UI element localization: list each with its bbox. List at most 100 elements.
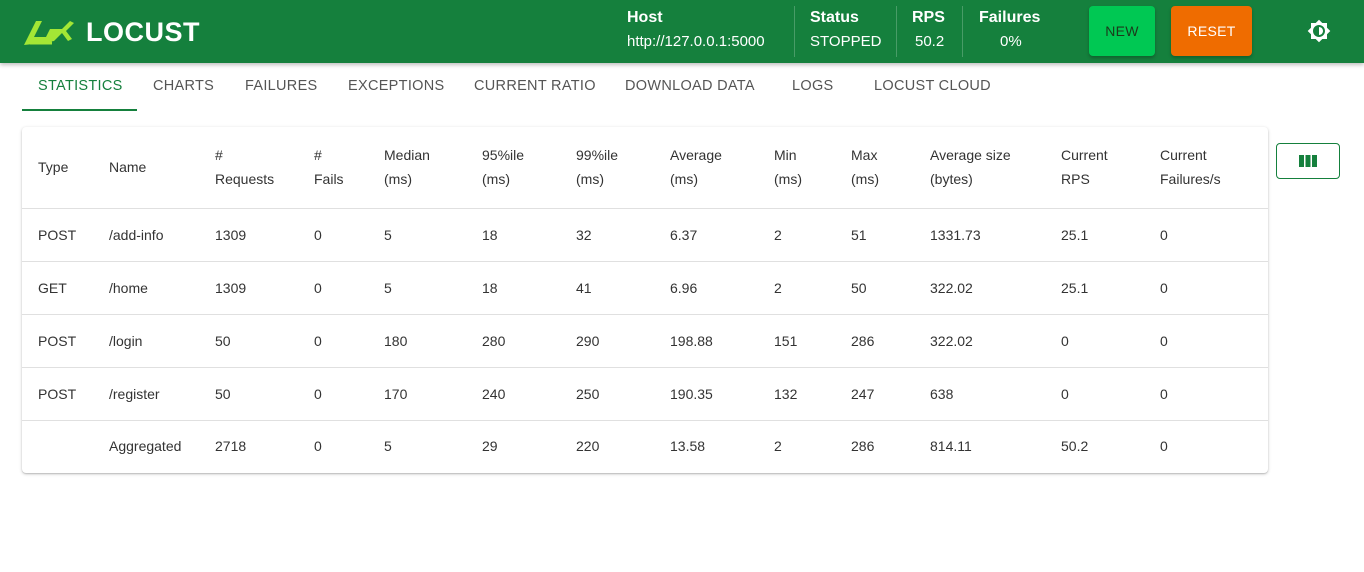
app-header: LOCUST Host http://127.0.0.1:5000 Status…: [0, 0, 1364, 63]
table-row-aggregated: Aggregated 2718 0 5 29 220 13.58 2 286 8…: [22, 420, 1268, 472]
column-header-max[interactable]: Max (ms): [835, 127, 914, 209]
cell-current-failures: 0: [1144, 208, 1268, 262]
app-name: LOCUST: [86, 16, 200, 47]
cell-99pct: 41: [560, 261, 654, 315]
cell-name: Aggregated: [109, 438, 182, 455]
cell-average: 190.35: [654, 367, 758, 421]
tab-statistics[interactable]: STATISTICS: [38, 78, 123, 94]
status-stat: Status STOPPED: [810, 0, 890, 63]
cell-average-size: 322.02: [914, 314, 1045, 368]
column-header-min[interactable]: Min (ms): [758, 127, 835, 209]
table-row: POST /register 50 0 170 240 250 190.35 1…: [22, 367, 1268, 421]
view-column-icon: [1299, 155, 1317, 167]
host-label: Host: [627, 9, 663, 26]
cell-current-rps: 0: [1045, 367, 1144, 421]
cell-median: 5: [384, 438, 392, 455]
cell-name: /register: [93, 367, 199, 421]
cell-95pct: 18: [466, 208, 560, 262]
cell-min: 151: [758, 314, 835, 368]
host-stat: Host http://127.0.0.1:5000: [627, 0, 787, 63]
column-header-average-size[interactable]: Average size (bytes): [914, 127, 1045, 209]
cell-median: 5: [368, 208, 466, 262]
tab-logs[interactable]: LOGS: [792, 78, 834, 94]
failures-stat: Failures 0%: [979, 0, 1059, 63]
cell-type: POST: [22, 367, 93, 421]
statistics-table: Type Name # Requests # Fails Median (ms) 95…: [22, 127, 1268, 472]
tab-current-ratio[interactable]: CURRENT RATIO: [474, 78, 596, 94]
cell-average-size: 1331.73: [914, 208, 1045, 262]
cell-99pct: 290: [560, 314, 654, 368]
cell-type: [22, 420, 93, 472]
host-value: http://127.0.0.1:5000: [627, 33, 765, 50]
cell-requests: 50: [199, 314, 298, 368]
rps-stat: RPS 50.2: [912, 0, 952, 63]
cell-fails: 0: [298, 314, 368, 368]
cell-current-failures: 0: [1144, 261, 1268, 315]
rps-label: RPS: [912, 9, 945, 26]
cell-current-failures: 0: [1144, 314, 1268, 368]
tab-charts[interactable]: CHARTS: [153, 78, 214, 94]
cell-type: POST: [22, 314, 93, 368]
new-test-button[interactable]: NEW: [1089, 6, 1155, 56]
cell-type: POST: [22, 208, 93, 262]
column-header-type[interactable]: Type: [22, 127, 93, 209]
table-row: POST /add-info 1309 0 5 18 32 6.37 2 51 …: [22, 208, 1268, 262]
cell-max: 247: [835, 367, 914, 421]
statistics-table-card: Type Name # Requests # Fails Median (ms) 95…: [22, 127, 1268, 473]
column-header-name[interactable]: Name: [93, 127, 199, 209]
cell-current-failures: 0: [1144, 367, 1268, 421]
cell-requests: 1309: [199, 208, 298, 262]
cell-current-rps: 0: [1045, 314, 1144, 368]
column-header-requests[interactable]: # Requests: [199, 127, 298, 209]
header-divider: [962, 6, 963, 57]
cell-95pct: 29: [482, 438, 498, 455]
cell-95pct: 18: [466, 261, 560, 315]
cell-fails: 0: [298, 367, 368, 421]
cell-type: GET: [22, 261, 93, 315]
column-selector-button[interactable]: [1276, 143, 1340, 179]
cell-95pct: 280: [466, 314, 560, 368]
cell-current-rps: 50.2: [1061, 438, 1089, 455]
cell-min: 2: [758, 261, 835, 315]
theme-toggle-button[interactable]: [1306, 18, 1332, 44]
cell-average: 6.96: [654, 261, 758, 315]
reset-stats-button[interactable]: RESET: [1171, 6, 1252, 56]
column-header-95pct[interactable]: 95%ile (ms): [466, 127, 560, 209]
cell-average-size: 322.02: [914, 261, 1045, 315]
column-header-median[interactable]: Median (ms): [368, 127, 466, 209]
cell-average-size: 638: [914, 367, 1045, 421]
cell-requests: 1309: [199, 261, 298, 315]
tab-exceptions[interactable]: EXCEPTIONS: [348, 78, 444, 94]
cell-average: 13.58: [670, 438, 706, 455]
table-header-row: Type Name # Requests # Fails Median (ms) 95…: [22, 127, 1268, 209]
cell-fails: 0: [314, 438, 322, 455]
column-header-fails[interactable]: # Fails: [298, 127, 368, 209]
cell-average-size: 814.11: [930, 438, 972, 455]
cell-current-failures: 0: [1160, 438, 1168, 455]
table-row: GET /home 1309 0 5 18 41 6.96 2 50 322.0…: [22, 261, 1268, 315]
cell-fails: 0: [298, 208, 368, 262]
brightness-icon: [1307, 19, 1331, 43]
cell-max: 286: [851, 438, 875, 455]
failures-label: Failures: [979, 9, 1041, 26]
table-row: POST /login 50 0 180 280 290 198.88 151 …: [22, 314, 1268, 368]
cell-average: 198.88: [654, 314, 758, 368]
cell-max: 286: [835, 314, 914, 368]
cell-99pct: 220: [576, 438, 600, 455]
cell-median: 180: [368, 314, 466, 368]
tab-failures[interactable]: FAILURES: [245, 78, 318, 94]
cell-min: 2: [774, 438, 782, 455]
column-header-current-failures[interactable]: Current Failures/s: [1144, 127, 1268, 209]
failures-value: 0%: [1000, 33, 1022, 50]
cell-name: /add-info: [93, 208, 199, 262]
cell-current-rps: 25.1: [1045, 261, 1144, 315]
tab-locust-cloud[interactable]: LOCUST CLOUD: [874, 78, 991, 94]
cell-median: 170: [368, 367, 466, 421]
column-header-99pct[interactable]: 99%ile (ms): [560, 127, 654, 209]
column-header-average[interactable]: Average (ms): [654, 127, 758, 209]
cell-name: /home: [93, 261, 199, 315]
cell-min: 2: [758, 208, 835, 262]
tab-bar: STATISTICS CHARTS FAILURES EXCEPTIONS CU…: [22, 63, 1022, 111]
column-header-current-rps[interactable]: Current RPS: [1045, 127, 1144, 209]
tab-download-data[interactable]: DOWNLOAD DATA: [625, 78, 755, 94]
